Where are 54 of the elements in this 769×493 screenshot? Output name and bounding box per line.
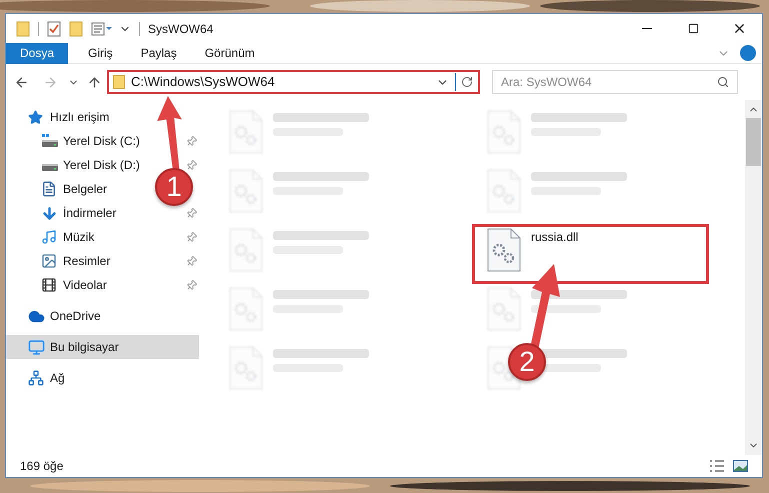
file-name[interactable]: russia.dll bbox=[531, 228, 578, 245]
sidebar-item[interactable]: Yerel Disk (D:) bbox=[63, 156, 140, 174]
maximize-icon bbox=[688, 23, 698, 34]
large-icons-view-icon[interactable] bbox=[733, 460, 748, 472]
star-icon bbox=[28, 110, 43, 124]
network-icon bbox=[28, 370, 44, 386]
address-path: C:\Windows\SysWOW64 bbox=[131, 73, 276, 92]
dll-file-icon bbox=[229, 346, 263, 390]
sidebar-item[interactable]: Resimler bbox=[63, 252, 110, 270]
music-note-icon bbox=[41, 229, 57, 245]
dll-file-icon bbox=[229, 228, 263, 272]
dll-file-icon bbox=[229, 110, 263, 154]
sidebar-item[interactable]: Bu bilgisayar bbox=[50, 338, 119, 356]
computer-icon bbox=[28, 338, 45, 356]
window-title: SysWOW64 bbox=[148, 20, 214, 38]
drive-icon bbox=[41, 134, 59, 148]
ribbon-tab[interactable]: Görünüm bbox=[190, 42, 269, 64]
sidebar-item[interactable]: İndirmeler bbox=[63, 204, 116, 222]
dll-file-icon bbox=[487, 110, 521, 154]
sidebar-item[interactable]: Hızlı erişim bbox=[50, 108, 110, 126]
sidebar-item[interactable]: Yerel Disk (C:) bbox=[63, 132, 140, 150]
folder-icon bbox=[113, 75, 125, 89]
sidebar-item[interactable]: Müzik bbox=[63, 228, 94, 246]
dll-file-icon bbox=[229, 287, 263, 331]
search-icon bbox=[717, 76, 729, 88]
ribbon-tab[interactable]: Dosya bbox=[6, 42, 68, 64]
minimize-icon bbox=[642, 28, 652, 29]
picture-icon bbox=[41, 253, 57, 269]
sidebar-item[interactable]: OneDrive bbox=[50, 307, 101, 325]
sidebar-item[interactable]: Ağ bbox=[50, 369, 65, 387]
download-icon bbox=[41, 204, 58, 222]
scrollbar[interactable] bbox=[745, 100, 762, 455]
dll-file-icon bbox=[487, 228, 521, 272]
properties-icon[interactable] bbox=[91, 22, 113, 36]
details-view-icon[interactable] bbox=[709, 460, 725, 472]
up-icon[interactable] bbox=[87, 74, 102, 90]
back-icon[interactable] bbox=[14, 74, 29, 90]
ribbon-tab[interactable]: Giriş bbox=[74, 42, 127, 64]
dll-file-icon bbox=[229, 169, 263, 213]
sidebar-item[interactable]: Belgeler bbox=[63, 180, 108, 198]
search-placeholder: Ara: SysWOW64 bbox=[501, 74, 593, 91]
checklist-icon[interactable] bbox=[47, 20, 61, 36]
sidebar-item[interactable]: Videolar bbox=[63, 276, 107, 294]
dll-file-icon bbox=[487, 169, 521, 213]
item-count: 169 öğe bbox=[20, 458, 64, 475]
scrollbar-thumb[interactable] bbox=[746, 118, 761, 166]
refresh-icon[interactable] bbox=[461, 76, 473, 88]
address-field[interactable]: C:\Windows\SysWOW64 bbox=[107, 70, 480, 94]
ribbon-tab[interactable]: Paylaş bbox=[126, 42, 191, 64]
document-icon bbox=[41, 181, 57, 197]
film-icon bbox=[41, 277, 57, 293]
folder-icon[interactable] bbox=[69, 20, 83, 36]
folder-icon bbox=[16, 20, 30, 36]
dll-file-icon bbox=[487, 287, 521, 331]
